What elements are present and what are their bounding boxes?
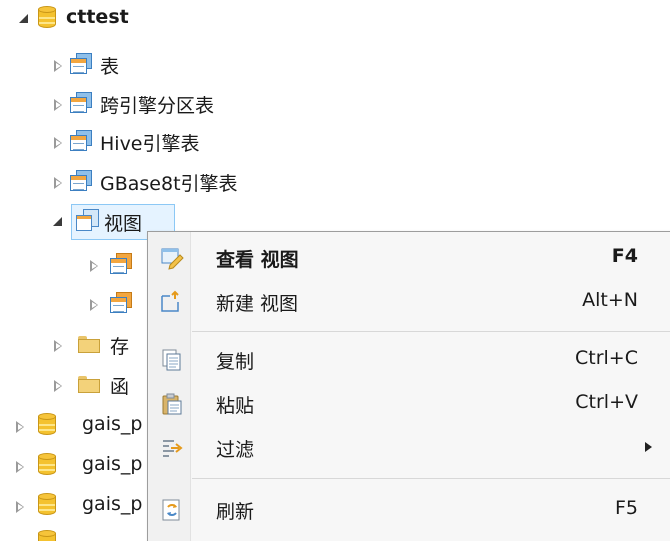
- expand-arrow-icon[interactable]: [18, 13, 30, 25]
- tree-node-gbase8t-engine-tables[interactable]: GBase8t引擎表: [0, 167, 320, 195]
- tree-node-label: 存: [110, 336, 130, 358]
- copy-icon: [160, 348, 184, 372]
- expand-arrow-icon[interactable]: [52, 216, 64, 228]
- menu-item-shortcut: Ctrl+C: [575, 347, 638, 369]
- database-icon: [38, 6, 56, 30]
- tree-node-database[interactable]: gais_p: [0, 491, 147, 519]
- tree-node-view-item[interactable]: [0, 250, 147, 278]
- menu-item-shortcut: F4: [611, 245, 638, 267]
- menu-item-label: 刷新: [216, 501, 255, 523]
- view-item-icon: [110, 292, 134, 314]
- collapse-arrow-icon[interactable]: [88, 299, 100, 311]
- tree-node-label: 表: [100, 56, 120, 78]
- view-folder-icon: [76, 209, 102, 233]
- tree-node-label: 函: [110, 376, 130, 398]
- folder-icon: [78, 376, 102, 394]
- menu-item-copy[interactable]: 复制 Ctrl+C: [148, 338, 670, 382]
- menu-item-label: 复制: [216, 351, 255, 373]
- menu-item-view[interactable]: 查看 视图 F4: [148, 236, 670, 280]
- menu-item-shortcut: Ctrl+V: [575, 391, 638, 413]
- tree-node-cross-engine-partition-tables[interactable]: 跨引擎分区表: [0, 89, 300, 117]
- tree-node-label: 视图: [104, 213, 143, 235]
- database-icon: [38, 413, 56, 437]
- menu-item-refresh[interactable]: 刷新 F5: [148, 488, 670, 532]
- menu-item-new-view[interactable]: 新建 视图 Alt+N: [148, 280, 670, 324]
- tree-node-label: Hive引擎表: [100, 133, 200, 155]
- collapse-arrow-icon[interactable]: [14, 501, 26, 513]
- menu-item-filter[interactable]: 过滤: [148, 426, 670, 470]
- tree-node-database[interactable]: gais_p: [0, 451, 147, 479]
- menu-item-paste[interactable]: 粘贴 Ctrl+V: [148, 382, 670, 426]
- collapse-arrow-icon[interactable]: [52, 99, 64, 111]
- tree-node-label: gais_p: [82, 453, 143, 475]
- paste-icon: [160, 392, 184, 416]
- tree-node-database[interactable]: gais_p: [0, 411, 147, 439]
- menu-item-label: 过滤: [216, 439, 255, 461]
- tree-node-view-item[interactable]: [0, 289, 147, 317]
- collapse-arrow-icon[interactable]: [52, 380, 64, 392]
- menu-separator: [192, 331, 670, 332]
- database-icon: [38, 493, 56, 517]
- database-icon: [38, 453, 56, 477]
- tree-node-functions[interactable]: 函: [0, 370, 147, 398]
- menu-item-shortcut: Alt+N: [582, 289, 638, 311]
- context-menu: 查看 视图 F4 新建 视图 Alt+N 复制 Ctrl+C 粘贴 Ctrl+V…: [147, 231, 670, 541]
- table-folder-icon: [70, 170, 94, 192]
- refresh-icon: [160, 498, 184, 522]
- tree-node-hive-engine-tables[interactable]: Hive引擎表: [0, 127, 300, 155]
- menu-item-shortcut: F5: [614, 497, 638, 519]
- tree-node-label: gais_p: [82, 413, 143, 435]
- tree-node-procedures[interactable]: 存: [0, 330, 147, 358]
- tree-node-tables[interactable]: 表: [0, 50, 250, 78]
- database-icon: [38, 530, 56, 541]
- tree-node-label: cttest: [66, 6, 129, 28]
- table-folder-icon: [70, 53, 94, 75]
- tree-node-label: gais_p: [82, 493, 143, 515]
- menu-separator: [192, 478, 670, 479]
- menu-item-label: 新建 视图: [216, 293, 299, 315]
- collapse-arrow-icon[interactable]: [52, 177, 64, 189]
- collapse-arrow-icon[interactable]: [52, 137, 64, 149]
- table-folder-icon: [70, 92, 94, 114]
- collapse-arrow-icon[interactable]: [14, 461, 26, 473]
- collapse-arrow-icon[interactable]: [88, 260, 100, 272]
- new-view-icon: [160, 290, 184, 314]
- collapse-arrow-icon[interactable]: [14, 421, 26, 433]
- menu-item-label: 粘贴: [216, 395, 255, 417]
- submenu-arrow-icon: [645, 442, 652, 452]
- tree-node-cttest[interactable]: cttest: [0, 4, 200, 32]
- tree-node-database-partial[interactable]: [0, 530, 147, 541]
- table-folder-icon: [70, 130, 94, 152]
- view-item-icon: [110, 253, 134, 275]
- folder-icon: [78, 336, 102, 354]
- collapse-arrow-icon[interactable]: [52, 60, 64, 72]
- tree-node-label: 跨引擎分区表: [100, 95, 215, 117]
- edit-view-icon: [160, 246, 184, 270]
- menu-item-label: 查看 视图: [216, 249, 299, 271]
- filter-icon: [160, 436, 184, 460]
- collapse-arrow-icon[interactable]: [52, 340, 64, 352]
- tree-node-label: GBase8t引擎表: [100, 173, 238, 195]
